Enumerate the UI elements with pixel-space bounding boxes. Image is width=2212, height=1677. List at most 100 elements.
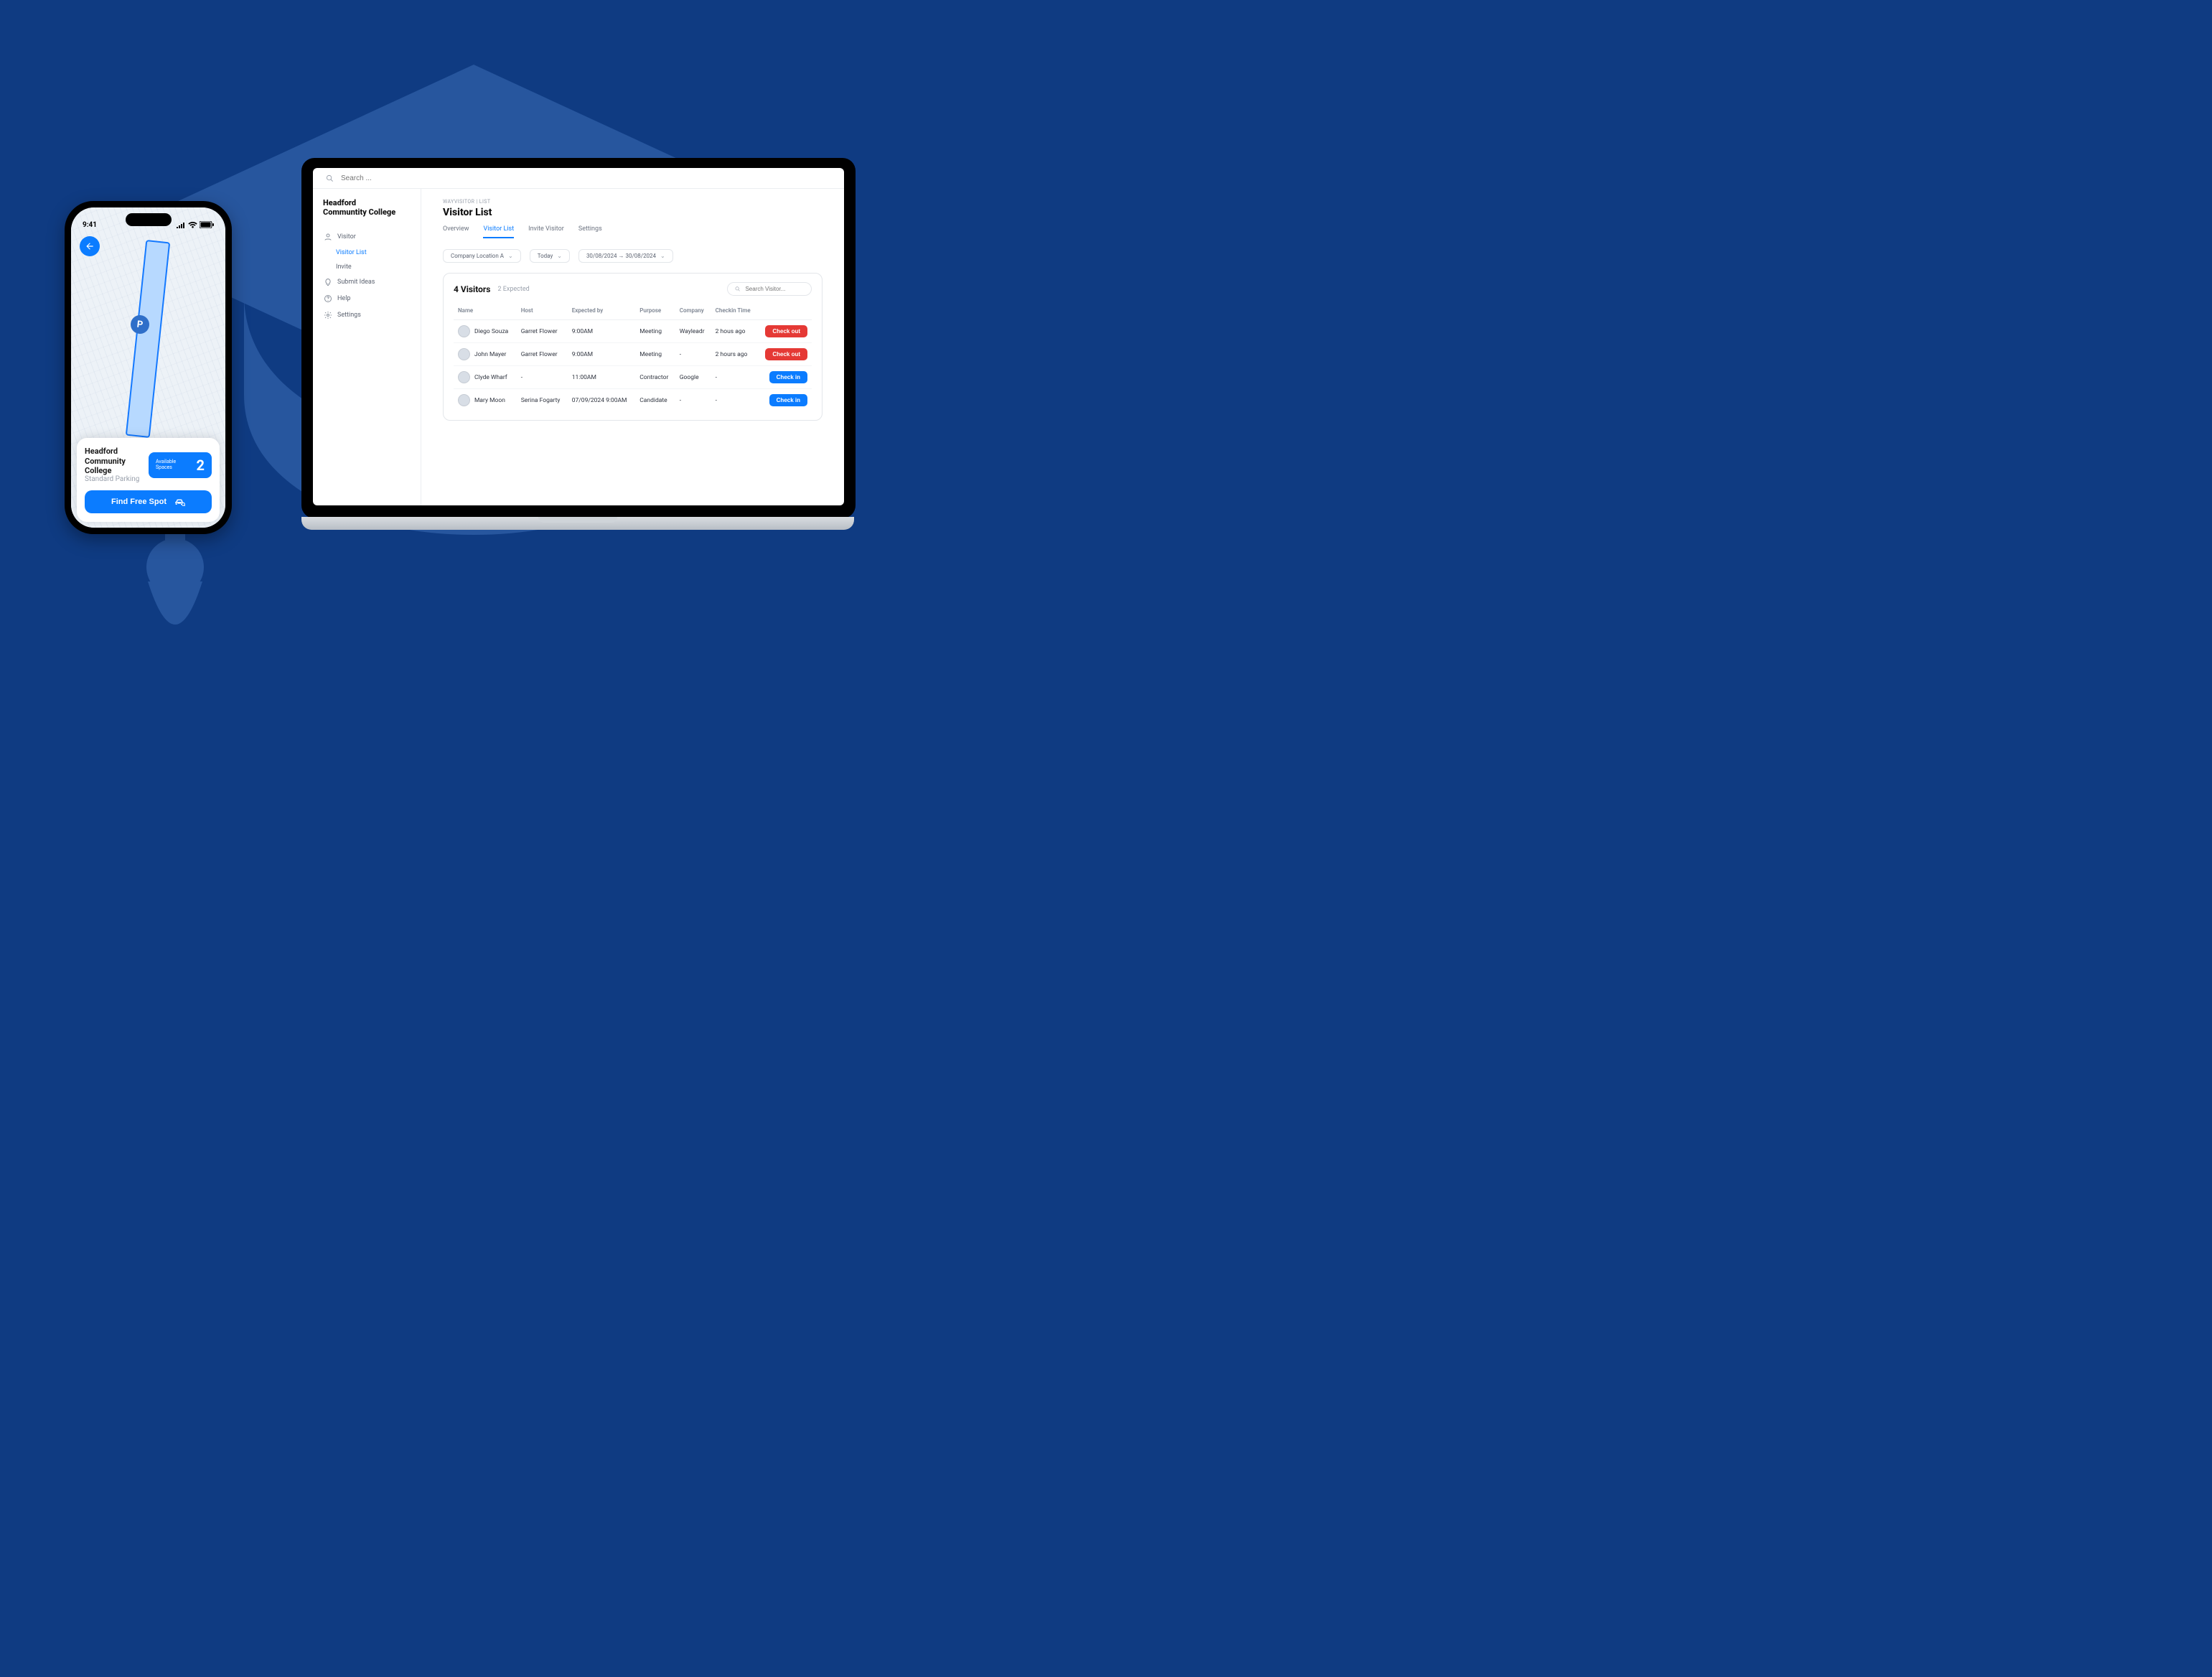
visitor-name: Clyde Wharf xyxy=(474,374,507,381)
selected-parking-lane[interactable] xyxy=(126,240,170,438)
visitor-search-input[interactable] xyxy=(744,285,804,293)
avatar xyxy=(458,394,470,406)
user-icon xyxy=(323,233,332,242)
phone-notch xyxy=(126,213,172,226)
laptop-bezel: Headford Communtity College Visitor Visi… xyxy=(301,158,856,518)
sidebar-item-submit-ideas[interactable]: Submit Ideas xyxy=(323,274,415,291)
filter-date-range-label: 30/08/2024 → 30/08/2024 xyxy=(586,253,656,259)
col-expected: Expected by xyxy=(568,303,636,320)
tab-visitor-list[interactable]: Visitor List xyxy=(483,225,514,238)
avatar xyxy=(458,348,470,360)
available-spaces-badge: Available Spaces 2 xyxy=(149,452,212,478)
visitor-checkin: 2 hous ago xyxy=(711,320,758,343)
brand-title: Headford Communtity College xyxy=(323,199,415,218)
sidebar-item-label: Visitor xyxy=(337,233,356,240)
visitor-search[interactable] xyxy=(727,282,812,296)
sidebar-item-visitor[interactable]: Visitor xyxy=(323,229,415,246)
location-title: Headford Community College xyxy=(85,447,141,475)
visitor-checkin: 2 hours ago xyxy=(711,343,758,366)
find-free-spot-button[interactable]: Find Free Spot xyxy=(85,490,212,513)
chevron-down-icon: ⌄ xyxy=(660,253,665,259)
visitor-host: Garret Flower xyxy=(517,320,568,343)
lightbulb-icon xyxy=(323,278,332,287)
search-icon xyxy=(326,174,334,182)
search-icon xyxy=(735,286,740,292)
main-content: WAYVISITOR | List Visitor List Overview … xyxy=(421,189,844,505)
visitors-table: Name Host Expected by Purpose Company Ch… xyxy=(454,303,812,411)
sidebar-item-label: Settings xyxy=(337,312,361,319)
status-time: 9:41 xyxy=(83,221,97,229)
check-in-button[interactable]: Check in xyxy=(769,394,807,406)
check-in-button[interactable]: Check in xyxy=(769,371,807,383)
visitor-purpose: Candidate xyxy=(635,389,675,412)
sidebar-subitem-visitor-list[interactable]: Visitor List xyxy=(323,246,415,260)
col-purpose: Purpose xyxy=(635,303,675,320)
visitor-company: - xyxy=(675,343,711,366)
visitor-purpose: Contractor xyxy=(635,366,675,389)
car-search-icon xyxy=(174,498,185,506)
table-row: Clyde Wharf-11:00AMContractorGoogle-Chec… xyxy=(454,366,812,389)
sidebar-item-label: Submit Ideas xyxy=(337,279,375,286)
visitor-name: Mary Moon xyxy=(474,397,505,404)
tab-settings[interactable]: Settings xyxy=(578,225,602,238)
sidebar: Headford Communtity College Visitor Visi… xyxy=(313,189,421,505)
filter-row: Company Location A ⌄ Today ⌄ 30/08/2024 … xyxy=(443,249,823,263)
table-row: Diego SouzaGarret Flower9:00AMMeetingWay… xyxy=(454,320,812,343)
visitor-expected: 9:00AM xyxy=(568,320,636,343)
find-free-spot-label: Find Free Spot xyxy=(111,498,167,506)
visitor-expected: 07/09/2024 9:00AM xyxy=(568,389,636,412)
col-checkin: Checkin Time xyxy=(711,303,758,320)
sidebar-item-settings[interactable]: Settings xyxy=(323,307,415,324)
available-count: 2 xyxy=(197,457,205,474)
filter-quick-range-label: Today xyxy=(538,253,553,259)
sidebar-subitem-invite[interactable]: Invite xyxy=(323,260,415,274)
global-search-input[interactable] xyxy=(339,174,831,183)
visitor-host: - xyxy=(517,366,568,389)
laptop-screen: Headford Communtity College Visitor Visi… xyxy=(313,168,844,505)
visitor-purpose: Meeting xyxy=(635,320,675,343)
avatar xyxy=(458,325,470,337)
visitor-checkin: - xyxy=(711,389,758,412)
col-name: Name xyxy=(454,303,517,320)
visitors-card: 4 Visitors 2 Expected Name xyxy=(443,273,823,421)
visitor-host: Serina Fogarty xyxy=(517,389,568,412)
global-search-bar xyxy=(313,168,844,189)
visitor-host: Garret Flower xyxy=(517,343,568,366)
filter-location-dropdown[interactable]: Company Location A ⌄ xyxy=(443,249,521,263)
visitor-expected: 11:00AM xyxy=(568,366,636,389)
chevron-down-icon: ⌄ xyxy=(557,253,562,259)
visitor-purpose: Meeting xyxy=(635,343,675,366)
help-icon xyxy=(323,294,332,304)
available-label: Available Spaces xyxy=(156,459,176,470)
filter-date-range-dropdown[interactable]: 30/08/2024 → 30/08/2024 ⌄ xyxy=(578,249,673,263)
visitors-expected: 2 Expected xyxy=(497,286,529,293)
battery-icon xyxy=(200,221,214,228)
laptop-base xyxy=(301,517,854,530)
check-out-button[interactable]: Check out xyxy=(765,348,807,360)
tab-overview[interactable]: Overview xyxy=(443,225,469,238)
visitor-company: - xyxy=(675,389,711,412)
visitor-checkin: - xyxy=(711,366,758,389)
gear-icon xyxy=(323,311,332,320)
avatar xyxy=(458,371,470,383)
chevron-down-icon: ⌄ xyxy=(508,253,513,259)
check-out-button[interactable]: Check out xyxy=(765,325,807,337)
visitors-count: 4 Visitors xyxy=(454,284,490,294)
sidebar-item-help[interactable]: Help xyxy=(323,291,415,307)
cellular-icon xyxy=(176,222,186,228)
filter-quick-range-dropdown[interactable]: Today ⌄ xyxy=(530,249,570,263)
phone-device-frame: 9:41 P Headford Community College Standa… xyxy=(65,201,232,534)
table-row: John MayerGarret Flower9:00AMMeeting-2 h… xyxy=(454,343,812,366)
breadcrumb: WAYVISITOR | List xyxy=(443,199,823,205)
back-button[interactable] xyxy=(80,236,100,256)
parking-bottom-card: Headford Community College Standard Park… xyxy=(77,438,220,522)
page-title: Visitor List xyxy=(443,207,823,218)
col-company: Company xyxy=(675,303,711,320)
location-text-block: Headford Community College Standard Park… xyxy=(85,447,141,483)
visitor-company: Google xyxy=(675,366,711,389)
phone-screen: 9:41 P Headford Community College Standa… xyxy=(71,207,225,528)
wifi-icon xyxy=(188,222,197,228)
tab-invite-visitor[interactable]: Invite Visitor xyxy=(528,225,564,238)
table-row: Mary Moon Serina Fogarty07/09/2024 9:00AM… xyxy=(454,389,812,412)
arrow-left-icon xyxy=(85,241,95,251)
